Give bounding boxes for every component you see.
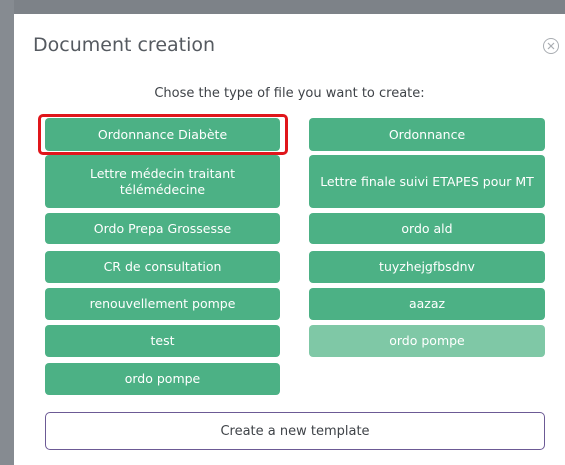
template-button-cr-de-consultation[interactable]: CR de consultation xyxy=(45,251,280,283)
background-page-header xyxy=(0,0,565,14)
create-button-label: Create a new template xyxy=(220,423,370,439)
background-page-sidebar xyxy=(0,0,14,465)
instructions-text: Chose the type of file you want to creat… xyxy=(154,86,425,101)
template-button-renouvellement-pompe[interactable]: renouvellement pompe xyxy=(45,288,280,320)
template-button-ordo-pompe-faded[interactable]: ordo pompe xyxy=(309,325,545,357)
modal-title: Document creation xyxy=(33,34,216,56)
template-label: Ordo Prepa Grossesse xyxy=(93,220,232,236)
close-icon[interactable] xyxy=(543,38,559,54)
template-button-ordo-pompe[interactable]: ordo pompe xyxy=(45,363,280,395)
template-label: Lettre médecin traitant télémédecine xyxy=(89,165,236,197)
template-label: test xyxy=(150,333,175,348)
template-label: Lettre finale suivi ETAPES pour MT xyxy=(320,173,534,189)
template-label: ordo pompe xyxy=(389,333,465,348)
template-button-ordo-prepa-grossesse[interactable]: Ordo Prepa Grossesse xyxy=(45,213,280,244)
template-label: aazaz xyxy=(408,296,446,311)
template-button-aazaz[interactable]: aazaz xyxy=(309,288,545,320)
template-label: CR de consultation xyxy=(103,259,222,274)
template-button-lettre-medecin-traitant[interactable]: Lettre médecin traitant télémédecine xyxy=(45,155,280,208)
template-label: Ordonnance xyxy=(388,126,466,142)
template-label: Ordonnance Diabète xyxy=(97,126,228,142)
template-label: tuyzhejgfbsdnv xyxy=(379,259,475,274)
template-label: ordo pompe xyxy=(124,371,201,386)
template-button-tuyzhejgfbsdnv[interactable]: tuyzhejgfbsdnv xyxy=(309,251,545,283)
template-label: ordo ald xyxy=(401,220,453,236)
create-new-template-button[interactable]: Create a new template xyxy=(45,412,545,450)
template-button-ordonnance[interactable]: Ordonnance xyxy=(309,118,545,151)
template-button-ordo-ald[interactable]: ordo ald xyxy=(309,213,545,244)
document-creation-modal: Document creation Chose the type of file… xyxy=(14,14,565,465)
template-button-test[interactable]: test xyxy=(45,325,280,357)
template-button-ordonnance-diabete[interactable]: Ordonnance Diabète xyxy=(45,118,280,151)
template-button-lettre-finale-etapes[interactable]: Lettre finale suivi ETAPES pour MT xyxy=(309,155,545,208)
template-label: renouvellement pompe xyxy=(89,296,236,311)
